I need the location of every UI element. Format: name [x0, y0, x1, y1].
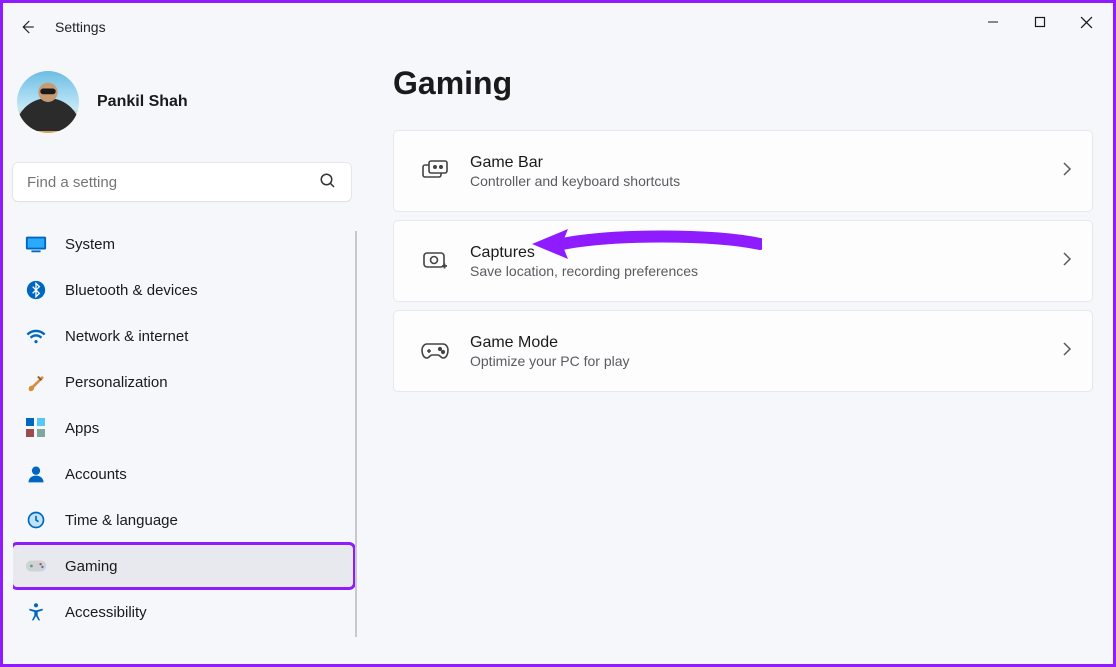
chevron-right-icon	[1062, 341, 1072, 362]
back-arrow-icon	[18, 18, 36, 36]
sidebar-item-bluetooth[interactable]: Bluetooth & devices	[13, 269, 353, 311]
apps-icon	[25, 417, 47, 439]
close-button[interactable]	[1064, 7, 1109, 37]
chevron-right-icon	[1062, 251, 1072, 272]
gamepad-icon	[25, 555, 47, 577]
sidebar-item-label: Apps	[65, 420, 99, 437]
sidebar-item-accessibility[interactable]: Accessibility	[13, 591, 353, 633]
sidebar-item-label: Personalization	[65, 374, 168, 391]
sidebar-item-network[interactable]: Network & internet	[13, 315, 353, 357]
sidebar-item-label: Time & language	[65, 512, 178, 529]
game-mode-icon	[420, 342, 450, 360]
maximize-icon	[1034, 16, 1046, 28]
clock-icon	[25, 509, 47, 531]
card-subtitle: Optimize your PC for play	[470, 353, 1062, 369]
person-icon	[25, 463, 47, 485]
maximize-button[interactable]	[1017, 7, 1062, 37]
close-icon	[1080, 16, 1093, 29]
setting-card-game-mode[interactable]: Game Mode Optimize your PC for play	[393, 310, 1093, 392]
accessibility-icon	[25, 601, 47, 623]
back-button[interactable]	[13, 13, 41, 41]
card-title: Game Bar	[470, 154, 1062, 172]
sidebar-item-apps[interactable]: Apps	[13, 407, 353, 449]
chevron-right-icon	[1062, 161, 1072, 182]
sidebar-item-accounts[interactable]: Accounts	[13, 453, 353, 495]
sidebar-item-time-language[interactable]: Time & language	[13, 499, 353, 541]
captures-icon	[420, 250, 450, 272]
card-title: Game Mode	[470, 334, 1062, 352]
main-content: Gaming Game Bar Controller and keyboard …	[363, 41, 1113, 664]
profile-name: Pankil Shah	[97, 93, 188, 111]
card-subtitle: Controller and keyboard shortcuts	[470, 173, 1062, 189]
sidebar-item-label: System	[65, 236, 115, 253]
sidebar-item-gaming[interactable]: Gaming	[13, 545, 353, 587]
card-subtitle: Save location, recording preferences	[470, 263, 1062, 279]
game-bar-icon	[420, 160, 450, 182]
minimize-icon	[987, 16, 999, 28]
sidebar-item-label: Accessibility	[65, 604, 147, 621]
window-title: Settings	[55, 19, 106, 35]
search-icon	[319, 172, 337, 195]
profile-section[interactable]: Pankil Shah	[13, 61, 357, 153]
scrollbar[interactable]	[355, 231, 357, 637]
sidebar-item-label: Network & internet	[65, 328, 188, 345]
sidebar-item-label: Accounts	[65, 466, 127, 483]
avatar	[17, 71, 79, 133]
bluetooth-icon	[25, 279, 47, 301]
sidebar-item-personalization[interactable]: Personalization	[13, 361, 353, 403]
search-box[interactable]	[13, 163, 351, 201]
sidebar-nav: System Bluetooth & devices Network & int…	[13, 219, 357, 637]
minimize-button[interactable]	[970, 7, 1015, 37]
sidebar-item-label: Gaming	[65, 558, 118, 575]
setting-card-game-bar[interactable]: Game Bar Controller and keyboard shortcu…	[393, 130, 1093, 212]
setting-card-captures[interactable]: Captures Save location, recording prefer…	[393, 220, 1093, 302]
search-input[interactable]	[13, 163, 351, 201]
paintbrush-icon	[25, 371, 47, 393]
system-icon	[25, 233, 47, 255]
page-title: Gaming	[393, 65, 1093, 102]
sidebar-item-label: Bluetooth & devices	[65, 282, 198, 299]
wifi-icon	[25, 325, 47, 347]
card-title: Captures	[470, 244, 1062, 262]
sidebar-item-system[interactable]: System	[13, 223, 353, 265]
